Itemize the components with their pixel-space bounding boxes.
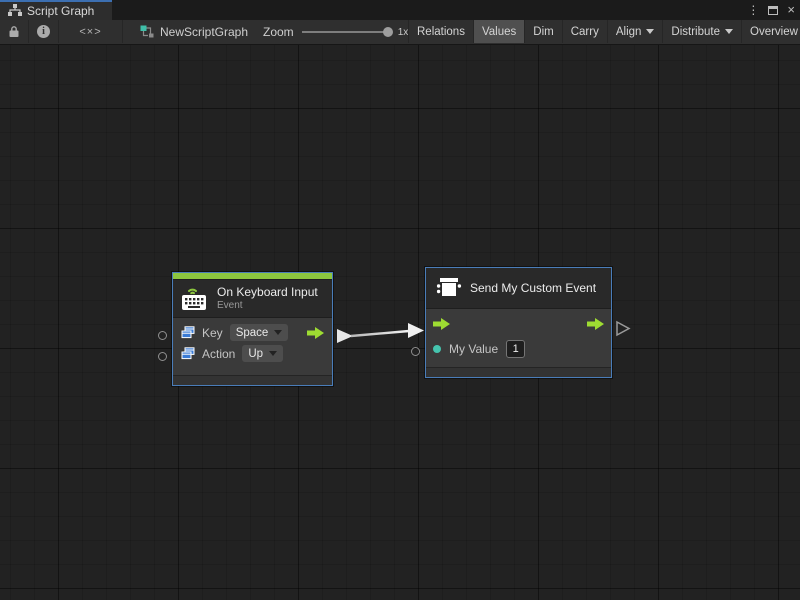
lock-button[interactable] xyxy=(0,20,29,43)
info-icon: i xyxy=(37,25,50,38)
chevron-down-icon xyxy=(725,29,733,34)
values-toggle[interactable]: Values xyxy=(473,20,524,43)
tab-bar: Script Graph ⋮ × xyxy=(0,0,800,20)
action-dropdown[interactable]: Up xyxy=(242,345,283,362)
toolbar-left-group: i <×> xyxy=(0,20,123,43)
node-send-my-custom-event[interactable]: Send My Custom Event My Value 1 xyxy=(425,267,612,378)
zoom-control: Zoom 1x xyxy=(263,20,408,44)
code-icon: <×> xyxy=(79,26,101,38)
chevron-down-icon xyxy=(269,351,277,356)
enum-type-icon xyxy=(181,326,195,339)
node-subtitle: Event xyxy=(217,300,318,311)
chevron-down-icon xyxy=(646,29,654,34)
zoom-value: 1x xyxy=(398,27,409,38)
graph-toolbar: i <×> NewScriptGraph Zoom 1x Relations V… xyxy=(0,20,800,45)
hierarchy-icon xyxy=(8,4,22,19)
wire-layer xyxy=(0,45,800,600)
node-body: Key Space xyxy=(173,318,332,375)
trigger-out-arrow-icon[interactable] xyxy=(307,327,324,339)
graph-canvas[interactable]: On Keyboard Input Event Key Space xyxy=(0,45,800,600)
trigger-out-arrow-icon[interactable] xyxy=(587,318,604,330)
port-label: Key xyxy=(202,326,223,340)
script-graph-window: Script Graph ⋮ × i <×> xyxy=(0,0,800,600)
value-port-label: My Value xyxy=(449,342,498,356)
event-accent-bar xyxy=(173,273,332,280)
custom-event-icon xyxy=(436,276,462,300)
graph-asset-icon xyxy=(140,25,154,39)
node-header[interactable]: On Keyboard Input Event xyxy=(173,280,332,318)
key-dropdown[interactable]: Space xyxy=(230,324,289,341)
key-value-port[interactable] xyxy=(158,331,167,340)
node-title: Send My Custom Event xyxy=(470,281,596,295)
node-header[interactable]: Send My Custom Event xyxy=(426,268,611,309)
trigger-out-connected-port xyxy=(337,329,353,343)
carry-toggle[interactable]: Carry xyxy=(562,20,607,43)
relations-toggle[interactable]: Relations xyxy=(408,20,473,43)
node-footer xyxy=(426,367,611,377)
keyboard-icon xyxy=(181,285,209,311)
window-menu-icon[interactable]: ⋮ xyxy=(747,3,759,17)
zoom-slider-handle[interactable] xyxy=(383,27,393,37)
tab-script-graph[interactable]: Script Graph xyxy=(0,0,112,20)
port-row-key: Key Space xyxy=(181,322,324,343)
window-controls: ⋮ × xyxy=(747,0,795,20)
toolbar-toggle-group: Relations Values Dim Carry Align Distrib… xyxy=(408,20,800,43)
overview-button[interactable]: Overview xyxy=(741,20,800,43)
trigger-row xyxy=(433,312,604,336)
value-port-dot-icon[interactable] xyxy=(433,345,441,353)
enum-type-icon xyxy=(181,347,195,360)
node-body: My Value 1 xyxy=(426,309,611,367)
info-button[interactable]: i xyxy=(29,20,59,43)
lock-icon xyxy=(8,25,20,38)
zoom-slider[interactable] xyxy=(302,31,390,33)
node-footer xyxy=(173,375,332,385)
my-value-port[interactable] xyxy=(411,347,420,356)
close-icon[interactable]: × xyxy=(787,5,795,15)
value-row: My Value 1 xyxy=(433,336,604,362)
edit-code-button[interactable]: <×> xyxy=(59,20,123,43)
port-row-action: Action Up xyxy=(181,343,324,364)
node-title: On Keyboard Input xyxy=(217,285,318,299)
dim-toggle[interactable]: Dim xyxy=(524,20,561,43)
maximize-icon[interactable] xyxy=(768,6,778,15)
connection-wire xyxy=(351,331,409,336)
my-value-input[interactable]: 1 xyxy=(506,340,525,358)
chevron-down-icon xyxy=(274,330,282,335)
zoom-label: Zoom xyxy=(263,25,294,39)
trigger-in-arrow-icon[interactable] xyxy=(433,318,450,330)
graph-breadcrumb[interactable]: NewScriptGraph xyxy=(140,20,248,44)
tab-title: Script Graph xyxy=(27,4,94,18)
graph-name: NewScriptGraph xyxy=(160,25,248,39)
trigger-out-empty-port xyxy=(617,322,629,335)
trigger-in-connected-port xyxy=(408,323,424,338)
action-value-port[interactable] xyxy=(158,352,167,361)
port-label: Action xyxy=(202,347,235,361)
node-on-keyboard-input[interactable]: On Keyboard Input Event Key Space xyxy=(172,272,333,386)
distribute-dropdown[interactable]: Distribute xyxy=(662,20,741,43)
align-dropdown[interactable]: Align xyxy=(607,20,663,43)
